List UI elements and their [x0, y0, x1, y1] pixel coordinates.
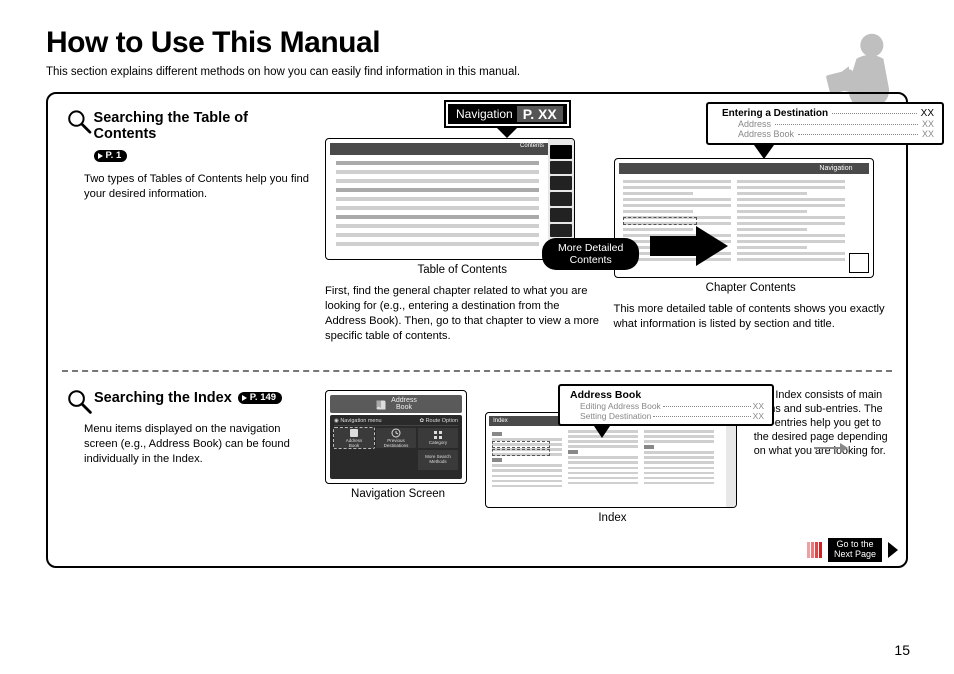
magnifier-icon [66, 108, 92, 134]
toc-desc: First, find the general chapter related … [325, 284, 600, 344]
section1-body: Two types of Tables of Contents help you… [84, 172, 311, 202]
page-ref-pill[interactable]: P. 149 [238, 392, 282, 404]
nav-callout-label: Navigation [452, 107, 517, 121]
magnifier-icon [66, 388, 92, 414]
accent-bars-icon [807, 542, 822, 558]
dest-line3: Address Book [722, 129, 794, 139]
section-divider [62, 370, 892, 372]
section2-body: Menu items displayed on the navigation s… [84, 422, 311, 467]
page-title: How to Use This Manual [46, 26, 908, 60]
more-detailed-ribbon: More Detailed Contents [542, 238, 639, 270]
page-number: 15 [894, 642, 910, 658]
chapter-desc: This more detailed table of contents sho… [614, 302, 889, 332]
intro-text: This section explains different methods … [46, 66, 908, 78]
gray-arrow-icon [814, 440, 848, 450]
history-mini-icon [391, 428, 401, 438]
nav-screen-caption: Navigation Screen [325, 488, 471, 500]
nav-callout-page: P. XX [517, 106, 563, 122]
index-caption: Index [485, 512, 740, 524]
next-page-button[interactable]: Go to the Next Page [807, 538, 898, 562]
section1-title: Searching the Table of Contents [94, 110, 311, 142]
navigation-tag-callout: Navigation P. XX [446, 102, 569, 138]
entering-destination-callout: Entering a Destination XX Address XX Add… [706, 102, 944, 159]
next-page-arrow-icon [888, 542, 898, 558]
address-book-mini-icon [349, 428, 359, 438]
category-mini-icon [433, 430, 443, 440]
content-frame: Navigation P. XX More Detailed Contents … [46, 92, 908, 568]
address-book-callout: Address Book Editing Address Book XX Set… [558, 384, 774, 438]
address-book-icon [375, 398, 387, 410]
dest-line2: Address [722, 119, 771, 129]
page-ref-pill[interactable]: P. 1 [94, 150, 128, 162]
navigation-screen-thumbnail: Address Book ◉ Navigation menu ✿ Route O… [325, 390, 467, 484]
section2-title: Searching the Index [94, 390, 232, 406]
toc-thumbnail: Contents [325, 138, 575, 260]
chapter-caption: Chapter Contents [614, 282, 889, 294]
dest-line1: Entering a Destination [722, 108, 828, 119]
arrow-right-icon [650, 226, 728, 266]
